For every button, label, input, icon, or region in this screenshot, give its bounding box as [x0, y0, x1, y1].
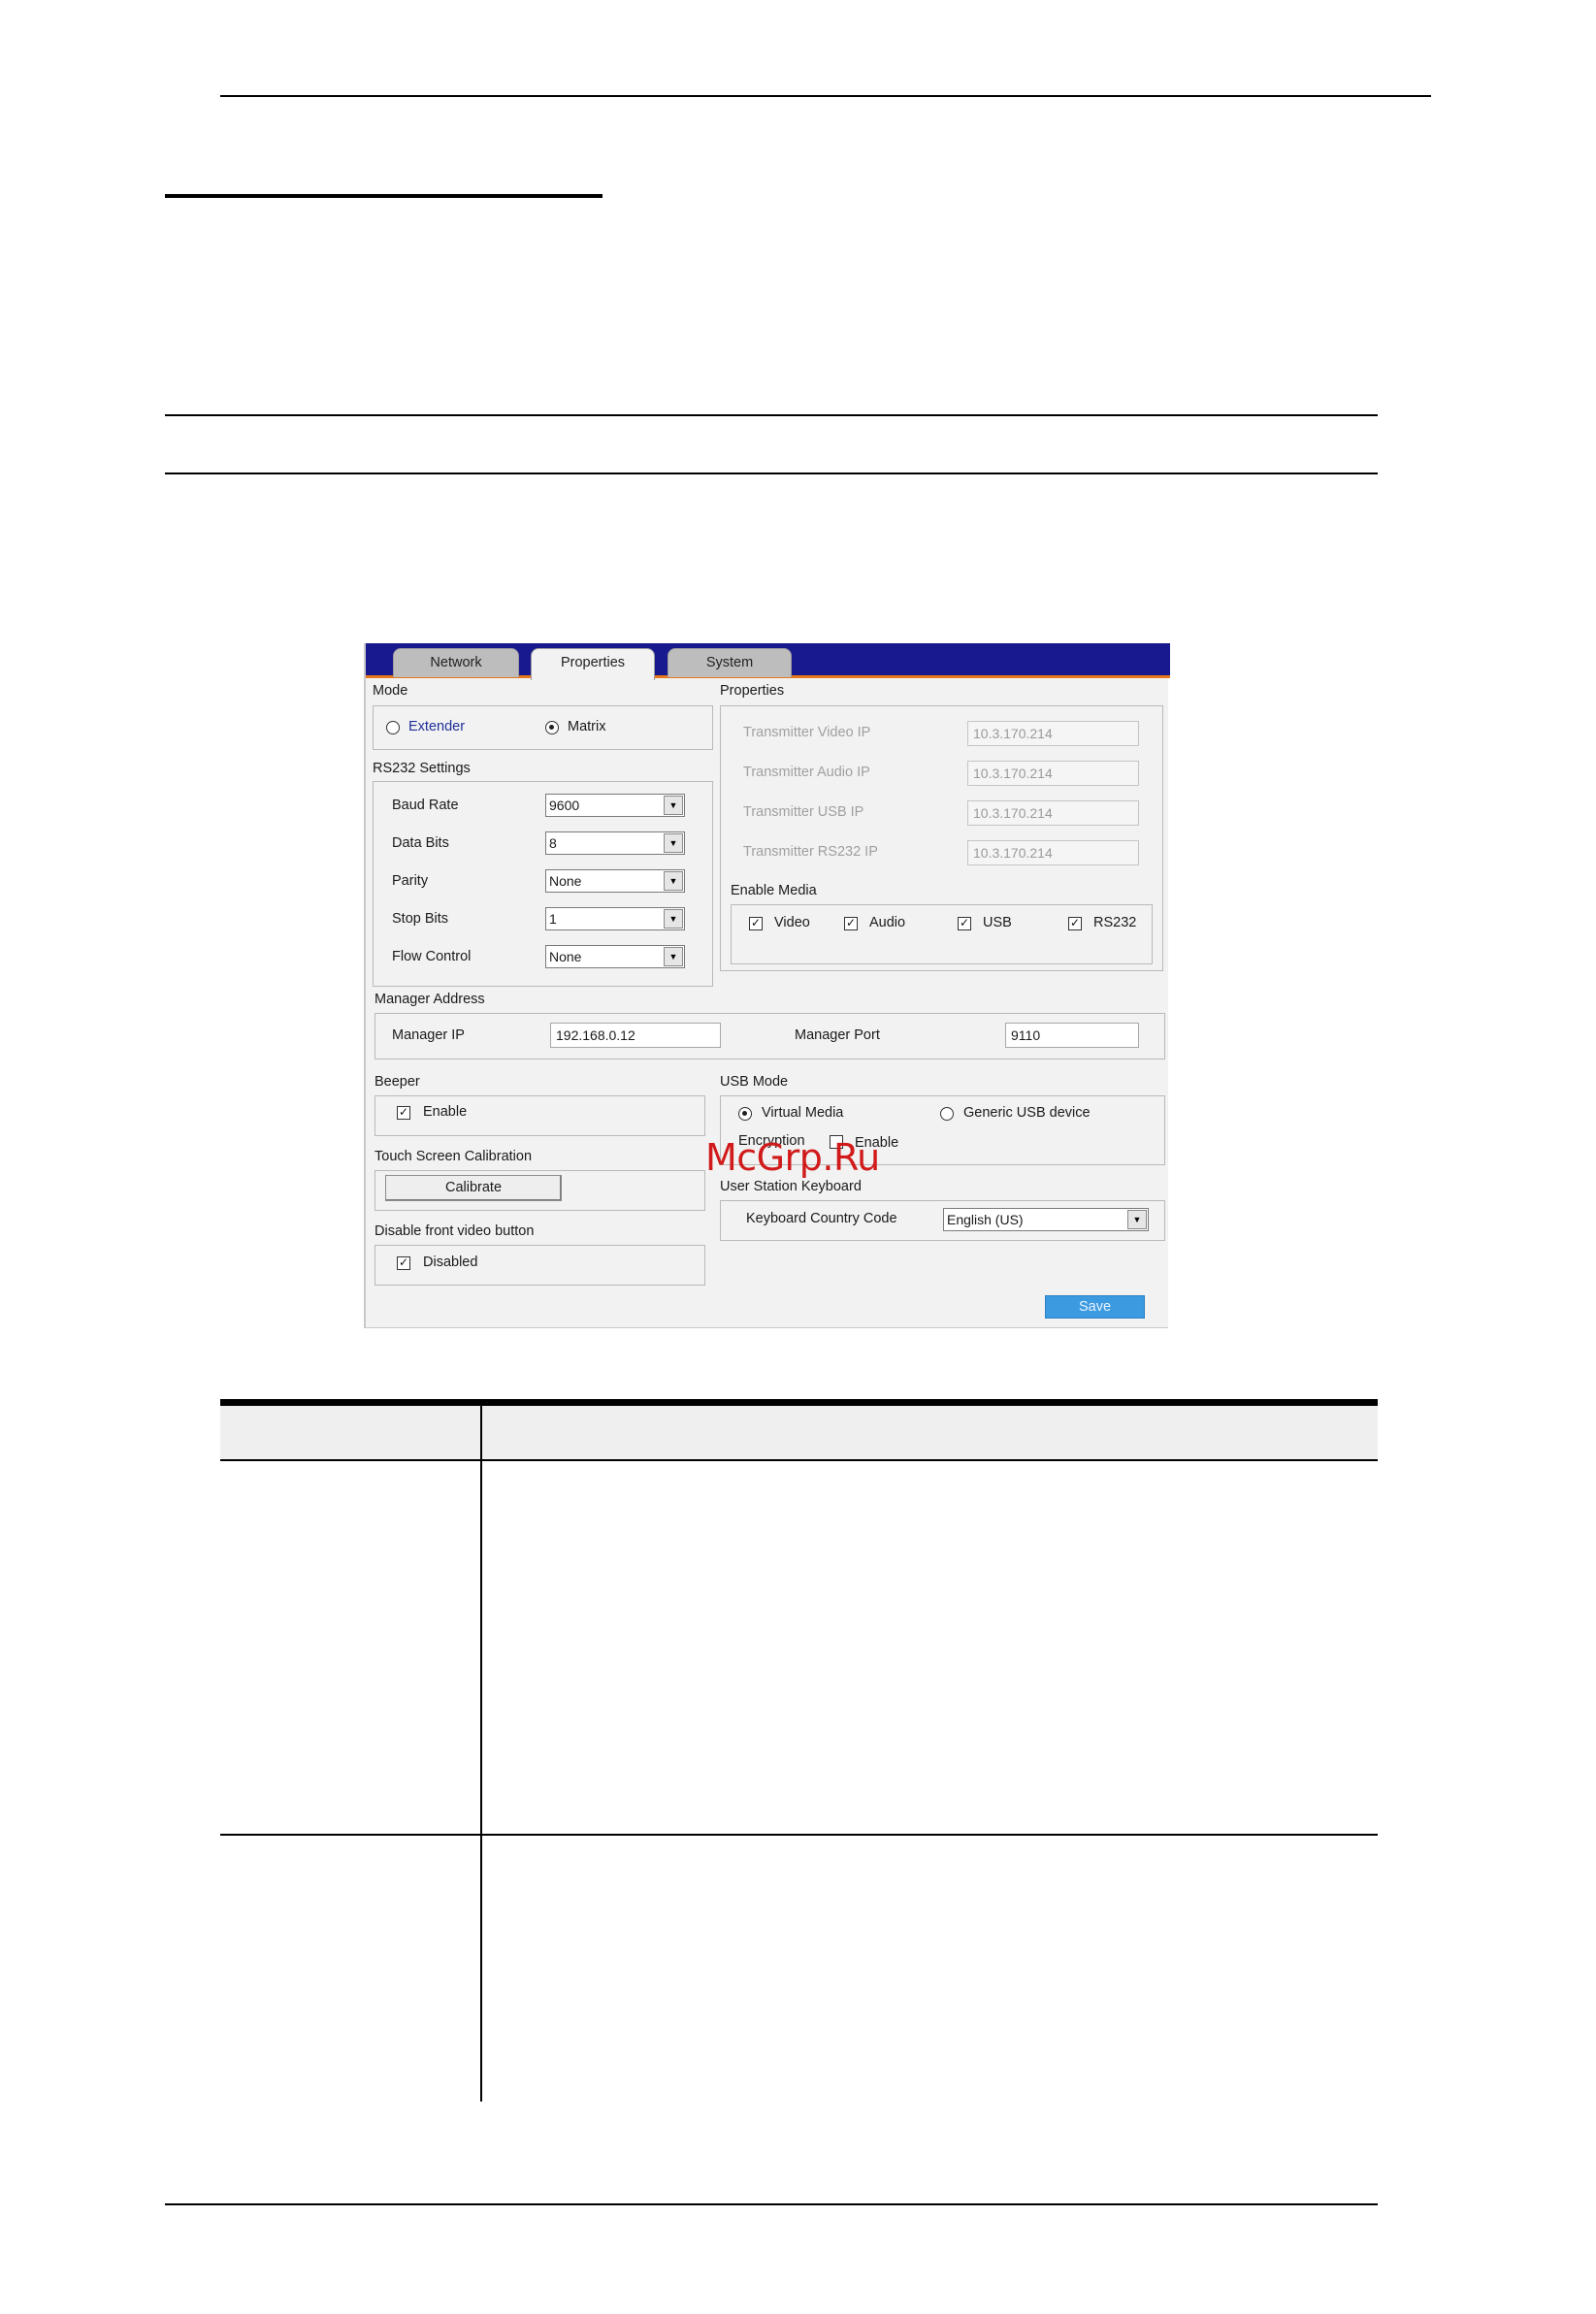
- tx-rs232-ip-value: 10.3.170.214: [973, 845, 1053, 861]
- rs232-checkbox[interactable]: ✓: [1068, 917, 1082, 930]
- table-header-row: [220, 1406, 1378, 1460]
- settings-window: Network Properties System Mode Extender …: [364, 643, 1170, 1328]
- manager-address-title: Manager Address: [375, 992, 485, 1007]
- usb-mode-title: USB Mode: [720, 1074, 789, 1090]
- baud-rate-label: Baud Rate: [392, 798, 459, 813]
- front-video-disabled-label: Disabled: [423, 1255, 478, 1270]
- tx-audio-ip-field[interactable]: 10.3.170.214: [967, 761, 1139, 786]
- tx-usb-ip-label: Transmitter USB IP: [743, 804, 864, 820]
- chevron-down-icon[interactable]: ▼: [664, 909, 683, 929]
- data-bits-select[interactable]: 8 ▼: [545, 831, 685, 855]
- usb-checkbox[interactable]: ✓: [958, 917, 971, 930]
- mode-extender-label[interactable]: Extender: [408, 719, 465, 734]
- manager-ip-value: 192.168.0.12: [556, 1027, 635, 1043]
- beeper-title: Beeper: [375, 1074, 420, 1090]
- stop-bits-value: 1: [549, 911, 557, 927]
- mode-matrix-label[interactable]: Matrix: [568, 719, 605, 734]
- tx-rs232-ip-label: Transmitter RS232 IP: [743, 844, 878, 860]
- front-video-title: Disable front video button: [375, 1223, 535, 1239]
- tx-audio-ip-value: 10.3.170.214: [973, 766, 1053, 781]
- rs232-title: RS232 Settings: [373, 761, 471, 776]
- keyboard-country-value: English (US): [947, 1212, 1024, 1227]
- video-checkbox[interactable]: ✓: [749, 917, 763, 930]
- table-top-rule: [220, 1399, 1378, 1406]
- enable-media-group: [731, 904, 1153, 964]
- mode-extender-radio[interactable]: [386, 721, 400, 734]
- tab-properties[interactable]: Properties: [531, 648, 655, 680]
- parity-label: Parity: [392, 873, 429, 889]
- keyboard-country-select[interactable]: English (US) ▼: [943, 1208, 1149, 1231]
- tx-rs232-ip-field[interactable]: 10.3.170.214: [967, 840, 1139, 865]
- mode-title: Mode: [373, 683, 408, 699]
- chevron-down-icon[interactable]: ▼: [1127, 1210, 1147, 1229]
- chevron-down-icon[interactable]: ▼: [664, 947, 683, 966]
- enable-media-title: Enable Media: [731, 883, 817, 898]
- video-label: Video: [774, 915, 810, 930]
- watermark-logo: McGrp.Ru: [705, 1136, 880, 1179]
- note-rule-bottom: [165, 473, 1378, 474]
- front-video-checkbox[interactable]: ✓: [397, 1256, 410, 1270]
- manager-port-value: 9110: [1011, 1027, 1041, 1043]
- keyboard-title: User Station Keyboard: [720, 1179, 862, 1194]
- header-rule: [220, 95, 1431, 97]
- flow-control-value: None: [549, 949, 582, 964]
- usb-label: USB: [983, 915, 1012, 930]
- mode-matrix-radio[interactable]: [545, 721, 559, 734]
- chevron-down-icon[interactable]: ▼: [664, 833, 683, 853]
- tx-video-ip-field[interactable]: 10.3.170.214: [967, 721, 1139, 746]
- save-button[interactable]: Save: [1045, 1295, 1145, 1319]
- audio-checkbox[interactable]: ✓: [844, 917, 858, 930]
- flow-control-select[interactable]: None ▼: [545, 945, 685, 968]
- tx-video-ip-label: Transmitter Video IP: [743, 725, 871, 740]
- tx-usb-ip-value: 10.3.170.214: [973, 805, 1053, 821]
- stop-bits-label: Stop Bits: [392, 911, 449, 927]
- properties-title: Properties: [720, 683, 785, 699]
- tab-system[interactable]: System: [668, 648, 792, 677]
- manager-ip-label: Manager IP: [392, 1027, 465, 1043]
- data-bits-label: Data Bits: [392, 835, 449, 851]
- chevron-down-icon[interactable]: ▼: [664, 796, 683, 815]
- tab-network[interactable]: Network: [393, 648, 519, 677]
- virtual-media-radio[interactable]: [738, 1107, 752, 1121]
- audio-label: Audio: [869, 915, 906, 930]
- tx-usb-ip-field[interactable]: 10.3.170.214: [967, 800, 1139, 826]
- stop-bits-select[interactable]: 1 ▼: [545, 907, 685, 930]
- table-column-divider: [480, 1406, 482, 2102]
- calibrate-button[interactable]: Calibrate: [385, 1175, 562, 1201]
- generic-usb-radio[interactable]: [940, 1107, 954, 1121]
- virtual-media-label[interactable]: Virtual Media: [762, 1105, 843, 1121]
- manager-ip-field[interactable]: 192.168.0.12: [550, 1023, 721, 1048]
- manager-port-field[interactable]: 9110: [1005, 1023, 1139, 1048]
- data-bits-value: 8: [549, 835, 557, 851]
- flow-control-label: Flow Control: [392, 949, 472, 964]
- parity-value: None: [549, 873, 582, 889]
- tx-audio-ip-label: Transmitter Audio IP: [743, 765, 870, 780]
- generic-usb-label[interactable]: Generic USB device: [963, 1105, 1091, 1121]
- table-header-rule: [220, 1459, 1378, 1461]
- manager-port-label: Manager Port: [795, 1027, 880, 1043]
- chevron-down-icon[interactable]: ▼: [664, 871, 683, 891]
- keyboard-country-label: Keyboard Country Code: [746, 1211, 897, 1226]
- rs232-label: RS232: [1093, 915, 1137, 930]
- tx-video-ip-value: 10.3.170.214: [973, 726, 1053, 741]
- touch-calibration-title: Touch Screen Calibration: [375, 1149, 533, 1164]
- parity-select[interactable]: None ▼: [545, 869, 685, 893]
- title-underline: [165, 194, 603, 198]
- table-row-divider: [220, 1834, 1378, 1836]
- footer-rule: [165, 2203, 1378, 2205]
- baud-rate-select[interactable]: 9600 ▼: [545, 794, 685, 817]
- beeper-enable-label: Enable: [423, 1104, 468, 1120]
- beeper-checkbox[interactable]: ✓: [397, 1106, 410, 1120]
- baud-rate-value: 9600: [549, 798, 580, 813]
- note-rule-top: [165, 414, 1378, 416]
